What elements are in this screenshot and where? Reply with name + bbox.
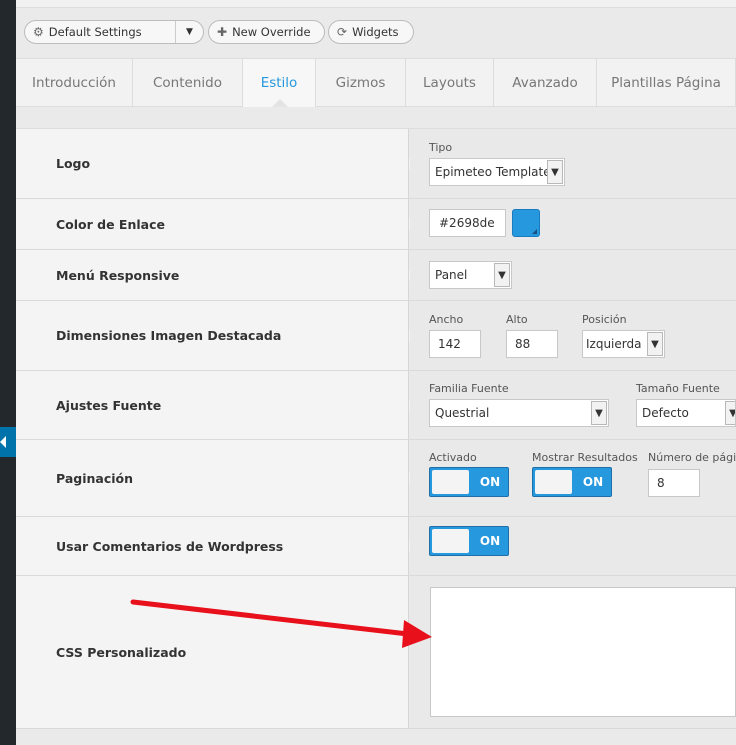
row-label: Logo [16,129,409,198]
row-label: Paginación [16,440,409,516]
row-value: Familia Fuente Questrial ▼ Tamaño Fuente… [410,371,736,439]
toggle-state: ON [479,534,501,548]
chevron-down-icon: ▼ [547,160,563,184]
chevron-down-icon: ▼ [175,21,203,43]
row-responsive-menu: Menú Responsive Panel ▼ [16,250,736,301]
image-height-input[interactable]: 88 [506,330,558,358]
select-value: Defecto [642,406,689,420]
row-label: Menú Responsive [16,250,409,300]
image-width-input[interactable]: 142 [429,330,481,358]
row-value: ON [410,517,736,575]
font-family-select[interactable]: Questrial ▼ [429,399,609,427]
row-value: Ancho 142 Alto 88 Posición Izquierda ▼ [410,301,736,370]
settings-preset-select[interactable]: ⚙ Default Settings ▼ [24,20,204,44]
widgets-button[interactable]: ⟳ Widgets [328,20,414,44]
field-label: Tamaño Fuente [636,382,720,395]
row-font: Ajustes Fuente Familia Fuente Questrial … [16,371,736,440]
tab-introduccion[interactable]: Introducción [16,59,133,107]
link-color-swatch[interactable] [512,209,540,237]
field-label: Mostrar Resultados [532,451,638,464]
pagination-enabled-toggle[interactable]: ON [429,467,509,497]
chevron-down-icon: ▼ [494,263,510,287]
link-color-input[interactable]: #2698de [429,209,506,237]
font-size-select[interactable]: Defecto ▼ [636,399,736,427]
chevron-down-icon: ▼ [647,332,663,356]
select-value: Panel [435,268,468,282]
toggle-knob [432,529,469,553]
field-label: Posición [582,313,627,326]
select-value: Epimeteo Template [435,165,551,179]
row-pagination: Paginación Activado ON Mostrar Resultado… [16,440,736,517]
top-strip [16,0,736,8]
row-label: Dimensiones Imagen Destacada [16,301,409,370]
active-tab-indicator [272,99,288,107]
row-wp-comments: Usar Comentarios de Wordpress ON [16,517,736,576]
field-label: Alto [506,313,528,326]
toggle-state: ON [582,475,604,489]
pages-number-input[interactable]: 8 [648,469,700,497]
row-value [410,576,736,728]
row-value: Tipo Epimeteo Template ▼ [410,129,736,198]
show-results-toggle[interactable]: ON [532,467,612,497]
row-featured-image: Dimensiones Imagen Destacada Ancho 142 A… [16,301,736,371]
select-value: Izquierda [586,337,642,351]
field-label: Familia Fuente [429,382,509,395]
row-label: CSS Personalizado [16,576,409,728]
row-value: #2698de [410,199,736,249]
row-label: Color de Enlace [16,199,409,249]
image-position-select[interactable]: Izquierda ▼ [582,330,665,358]
gear-icon: ⚙ [33,25,44,39]
collapse-arrow-icon [0,436,6,448]
tab-gizmos[interactable]: Gizmos [316,59,406,107]
responsive-menu-select[interactable]: Panel ▼ [429,261,512,289]
tab-plantillas-pagina[interactable]: Plantillas Página [597,59,736,107]
tab-contenido[interactable]: Contenido [133,59,243,107]
settings-rows: Logo Tipo Epimeteo Template ▼ Color de E… [16,128,736,729]
toggle-knob [432,470,469,494]
puzzle-icon: ✚ [217,25,228,39]
chevron-down-icon: ▼ [725,401,735,425]
row-link-color: Color de Enlace #2698de [16,199,736,250]
wp-comments-toggle[interactable]: ON [429,526,509,556]
custom-css-textarea[interactable] [430,587,736,717]
toggle-knob [535,470,572,494]
new-override-label: New Override [232,25,311,39]
settings-tabs: Introducción Contenido Estilo Gizmos Lay… [16,58,736,107]
field-label: Número de págin [648,451,736,464]
row-label: Ajustes Fuente [16,371,409,439]
row-label: Usar Comentarios de Wordpress [16,517,409,575]
row-value: Activado ON Mostrar Resultados ON Número… [410,440,736,516]
settings-preset-label: Default Settings [48,25,142,39]
field-label: Tipo [429,141,453,154]
field-label: Ancho [429,313,464,326]
field-label: Activado [429,451,477,464]
row-value: Panel ▼ [410,250,736,300]
wp-admin-sidebar [0,0,16,745]
toggle-state: ON [479,475,501,489]
swatch-corner-icon [532,229,537,234]
new-override-button[interactable]: ✚ New Override [208,20,325,44]
refresh-icon: ⟳ [337,25,348,39]
tab-avanzado[interactable]: Avanzado [494,59,597,107]
row-logo: Logo Tipo Epimeteo Template ▼ [16,129,736,199]
theme-settings-panel: ⚙ Default Settings ▼ ✚ New Override ⟳ Wi… [16,0,736,745]
widgets-label: Widgets [352,25,399,39]
select-value: Questrial [435,406,490,420]
chevron-down-icon: ▼ [591,401,607,425]
tab-layouts[interactable]: Layouts [406,59,494,107]
row-custom-css: CSS Personalizado [16,576,736,729]
logo-type-select[interactable]: Epimeteo Template ▼ [429,158,565,186]
